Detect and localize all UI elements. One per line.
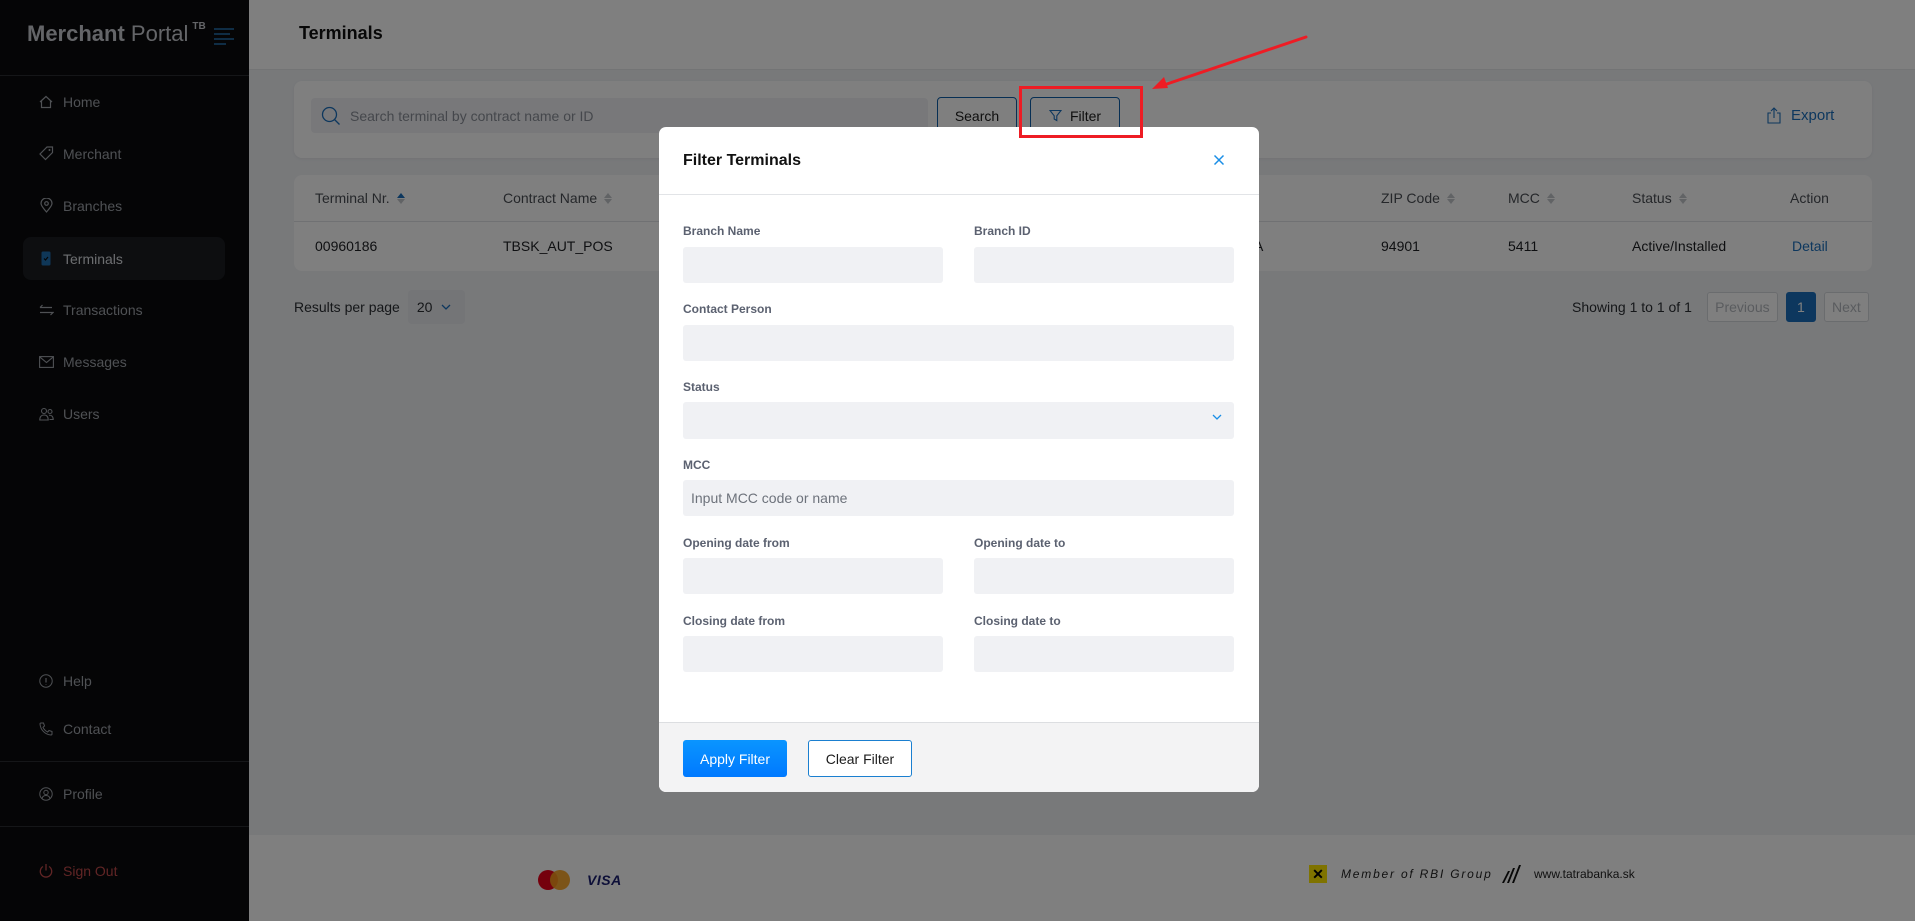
opening-date-to-label: Opening date to <box>974 536 1066 550</box>
annotation-highlight-box <box>1019 86 1143 138</box>
clear-filter-button[interactable]: Clear Filter <box>808 740 912 777</box>
mcc-input[interactable] <box>683 480 1234 516</box>
opening-date-to-input[interactable] <box>974 558 1234 594</box>
modal-footer: Apply Filter Clear Filter <box>659 722 1259 792</box>
branch-id-input[interactable] <box>974 247 1234 283</box>
opening-date-from-input[interactable] <box>683 558 943 594</box>
apply-filter-button[interactable]: Apply Filter <box>683 740 787 777</box>
filter-terminals-modal: Filter Terminals Branch Name Branch ID C… <box>659 127 1259 792</box>
closing-date-from-input[interactable] <box>683 636 943 672</box>
close-icon[interactable] <box>1210 151 1228 169</box>
modal-divider <box>659 194 1259 195</box>
contact-person-label: Contact Person <box>683 302 772 316</box>
annotation-arrow-icon <box>1152 35 1308 89</box>
modal-title: Filter Terminals <box>683 152 801 169</box>
status-select[interactable] <box>683 402 1234 439</box>
chevron-down-icon <box>1212 414 1222 420</box>
branch-id-label: Branch ID <box>974 224 1031 238</box>
contact-person-input[interactable] <box>683 325 1234 361</box>
mcc-label: MCC <box>683 458 711 472</box>
status-label: Status <box>683 380 720 394</box>
branch-name-input[interactable] <box>683 247 943 283</box>
opening-date-from-label: Opening date from <box>683 536 790 550</box>
closing-date-to-input[interactable] <box>974 636 1234 672</box>
closing-date-to-label: Closing date to <box>974 614 1061 628</box>
closing-date-from-label: Closing date from <box>683 614 786 628</box>
branch-name-label: Branch Name <box>683 224 761 238</box>
